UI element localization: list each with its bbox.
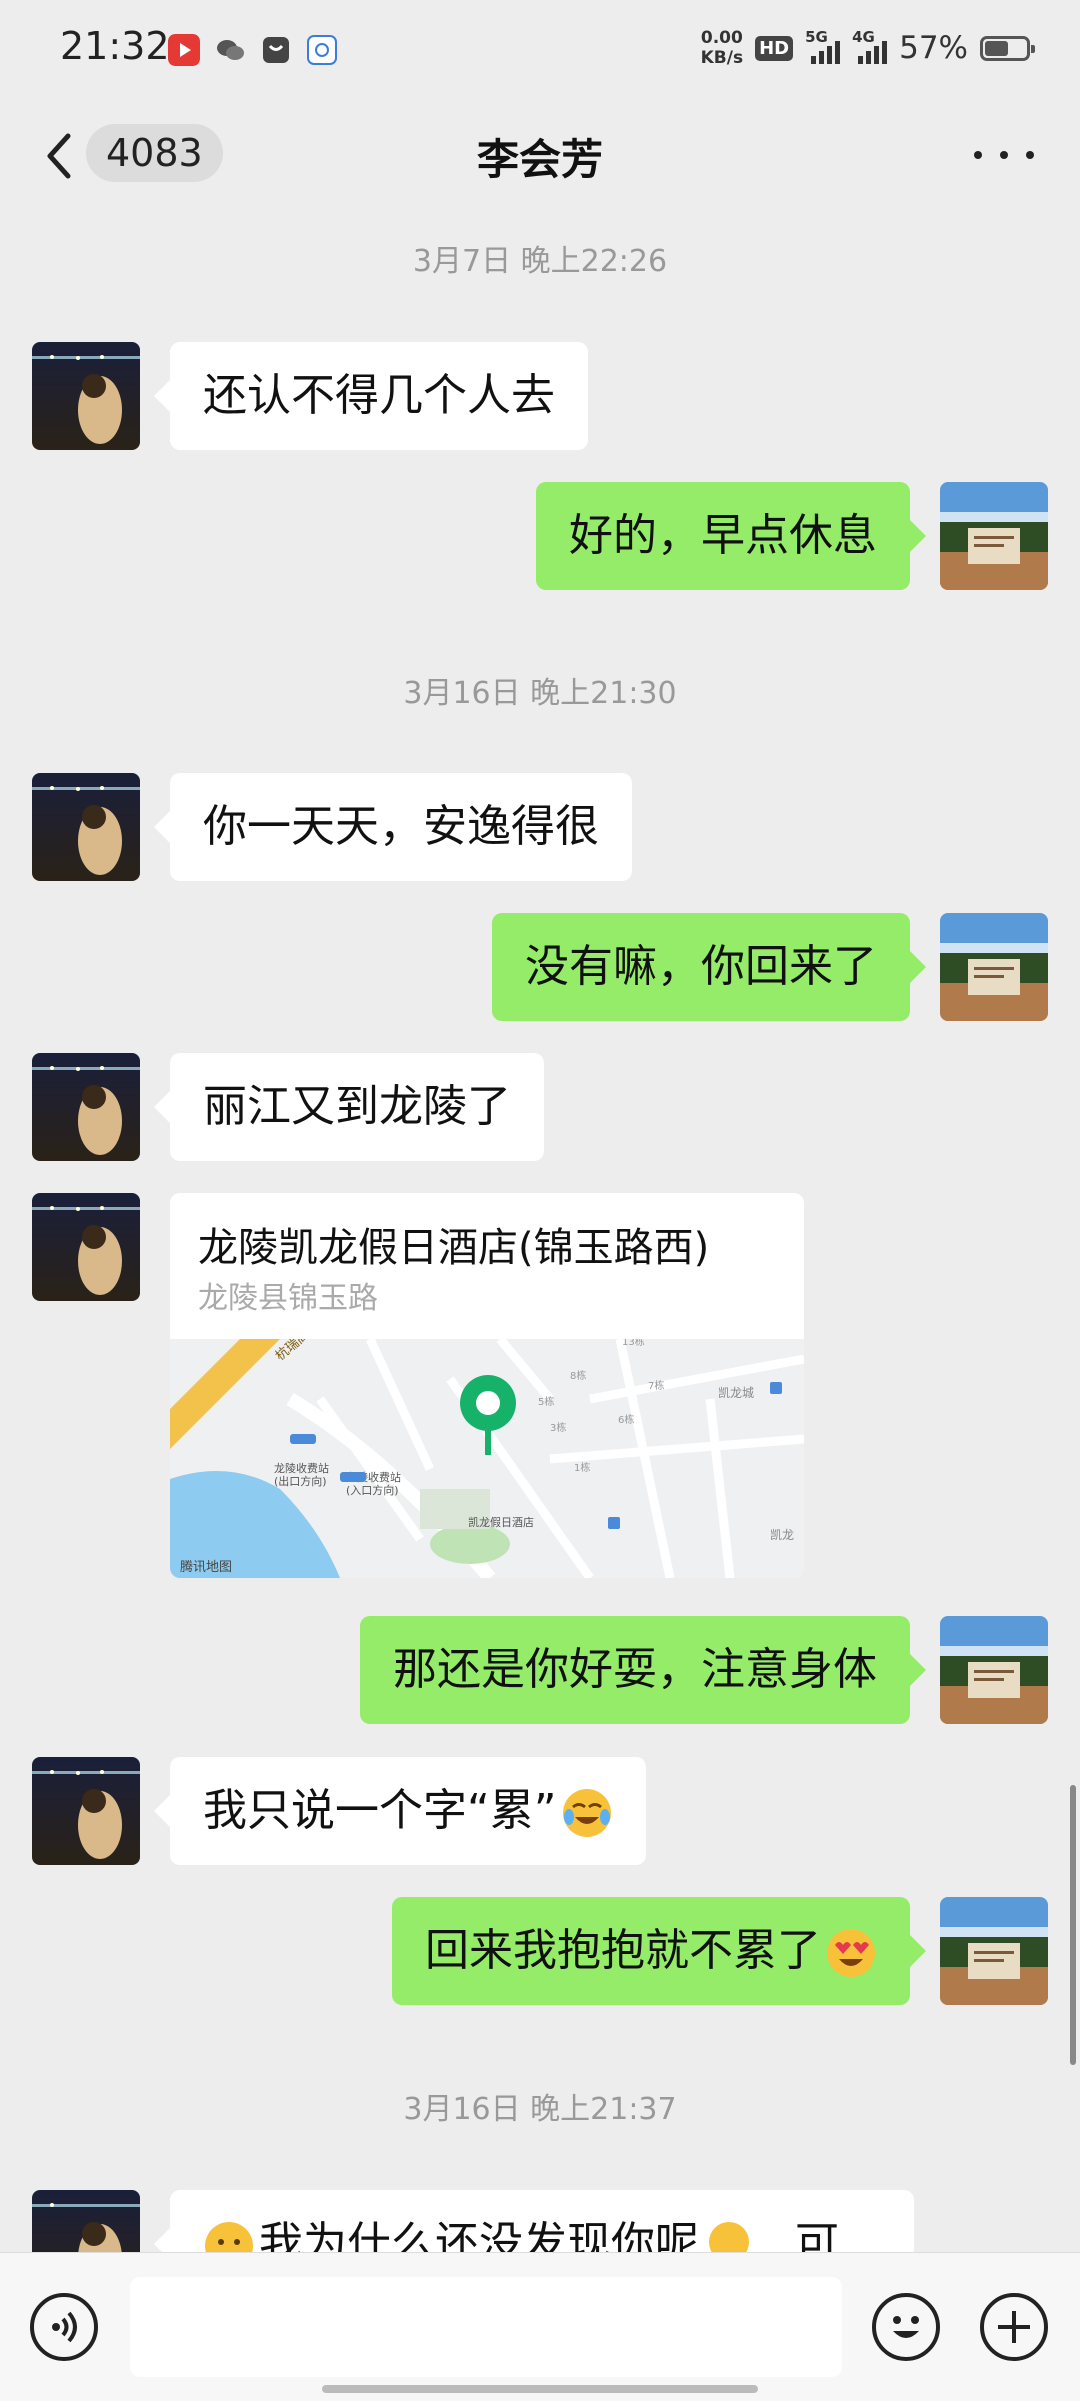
- map-marker-icon: [340, 1472, 366, 1482]
- message-bubble-incoming[interactable]: 我为什么还没发现你呢 可: [154, 2190, 914, 2252]
- message-bubble-outgoing[interactable]: 没有嘛，你回来了: [492, 913, 926, 1021]
- home-indicator[interactable]: [322, 2385, 758, 2393]
- message-bubble-outgoing[interactable]: 好的，早点休息: [536, 482, 926, 590]
- message-bubble-incoming[interactable]: 我只说一个字“累”: [154, 1757, 646, 1865]
- contact-avatar[interactable]: [32, 1757, 140, 1865]
- message-text: 我为什么还没发现你呢: [259, 2218, 699, 2252]
- contact-avatar[interactable]: [32, 2190, 140, 2252]
- message-text: 我只说一个字“累”: [203, 1785, 557, 1836]
- message-text-tail: 可: [795, 2218, 839, 2252]
- laughing-tears-emoji-icon: [562, 1789, 611, 1837]
- input-bar: [0, 2252, 1080, 2401]
- voice-icon: [52, 2311, 77, 2343]
- message-input[interactable]: [130, 2277, 842, 2377]
- map-kailong-label: 凯龙: [770, 1528, 794, 1542]
- scrollbar[interactable]: [1070, 1785, 1076, 2065]
- map-building-label: 3栋: [550, 1421, 566, 1434]
- emoji-button[interactable]: [872, 2293, 940, 2361]
- bus-stop-icon: [608, 1517, 620, 1529]
- map-district-label: 凯龙城: [718, 1386, 754, 1400]
- message-list[interactable]: 3月7日 晚上22:26 还认不得几个人去 好的，早点休息 3月16日 晚上21…: [0, 0, 1080, 2252]
- map-building-label: 5栋: [538, 1395, 554, 1408]
- thinking-emoji-icon: [205, 2222, 253, 2252]
- map-toll-out-label: 龙陵收费站: [274, 1461, 329, 1475]
- contact-avatar[interactable]: [32, 773, 140, 881]
- message-bubble-incoming[interactable]: 还认不得几个人去: [154, 342, 588, 450]
- map-building-label: 13栋: [622, 1339, 645, 1348]
- map-building-label: 1栋: [574, 1461, 590, 1474]
- map-marker-icon: [290, 1434, 316, 1444]
- contact-avatar[interactable]: [32, 342, 140, 450]
- map-building-label: 8栋: [570, 1369, 586, 1382]
- bus-stop-icon: [770, 1382, 782, 1394]
- map-provider-label: 腾讯地图: [180, 1559, 232, 1575]
- my-avatar[interactable]: [940, 482, 1048, 590]
- timestamp: 3月7日 晚上22:26: [412, 244, 668, 279]
- map-toll-in-dir: (入口方向): [346, 1483, 399, 1497]
- message-bubble-outgoing[interactable]: 回来我抱抱就不累了: [392, 1897, 926, 2005]
- my-avatar[interactable]: [940, 1616, 1048, 1724]
- contact-avatar[interactable]: [32, 1193, 140, 1301]
- heart-eyes-emoji-icon: [827, 1929, 875, 1977]
- timestamp: 3月16日 晚上21:30: [403, 676, 677, 711]
- message-bubble-outgoing[interactable]: 那还是你好耍，注意身体: [360, 1616, 926, 1724]
- timestamp: 3月16日 晚上21:37: [403, 2092, 677, 2127]
- my-avatar[interactable]: [940, 913, 1048, 1021]
- my-avatar[interactable]: [940, 1897, 1048, 2005]
- location-name: 龙陵凯龙假日酒店(锦玉路西): [198, 1225, 710, 1271]
- location-message-card[interactable]: 龙陵凯龙假日酒店(锦玉路西) 龙陵县锦玉路 杭瑞高速 龙陵收费站 (出口方向) …: [170, 1193, 804, 1578]
- message-bubble-incoming[interactable]: 丽江又到龙陵了: [154, 1053, 544, 1161]
- plus-icon: [998, 2311, 1030, 2343]
- voice-input-button[interactable]: [30, 2293, 98, 2361]
- message-bubble-incoming[interactable]: 你一天天，安逸得很: [154, 773, 632, 881]
- location-address: 龙陵县锦玉路: [198, 1281, 378, 1316]
- more-functions-button[interactable]: [980, 2293, 1048, 2361]
- map-hotel-label: 凯龙假日酒店: [468, 1515, 534, 1529]
- map-building-label: 6栋: [618, 1413, 634, 1426]
- map-toll-out-dir: (出口方向): [274, 1474, 327, 1488]
- message-text: 回来我抱抱就不累了: [425, 1925, 821, 1976]
- map-thumbnail[interactable]: 杭瑞高速 龙陵收费站 (出口方向) 龙陵收费站 (入口方向) 凯龙假日酒店 凯龙…: [170, 1339, 804, 1578]
- map-building-label: 7栋: [648, 1379, 664, 1392]
- smiley-icon: [893, 2316, 919, 2338]
- hug-emoji-icon: [709, 2222, 749, 2252]
- contact-avatar[interactable]: [32, 1053, 140, 1161]
